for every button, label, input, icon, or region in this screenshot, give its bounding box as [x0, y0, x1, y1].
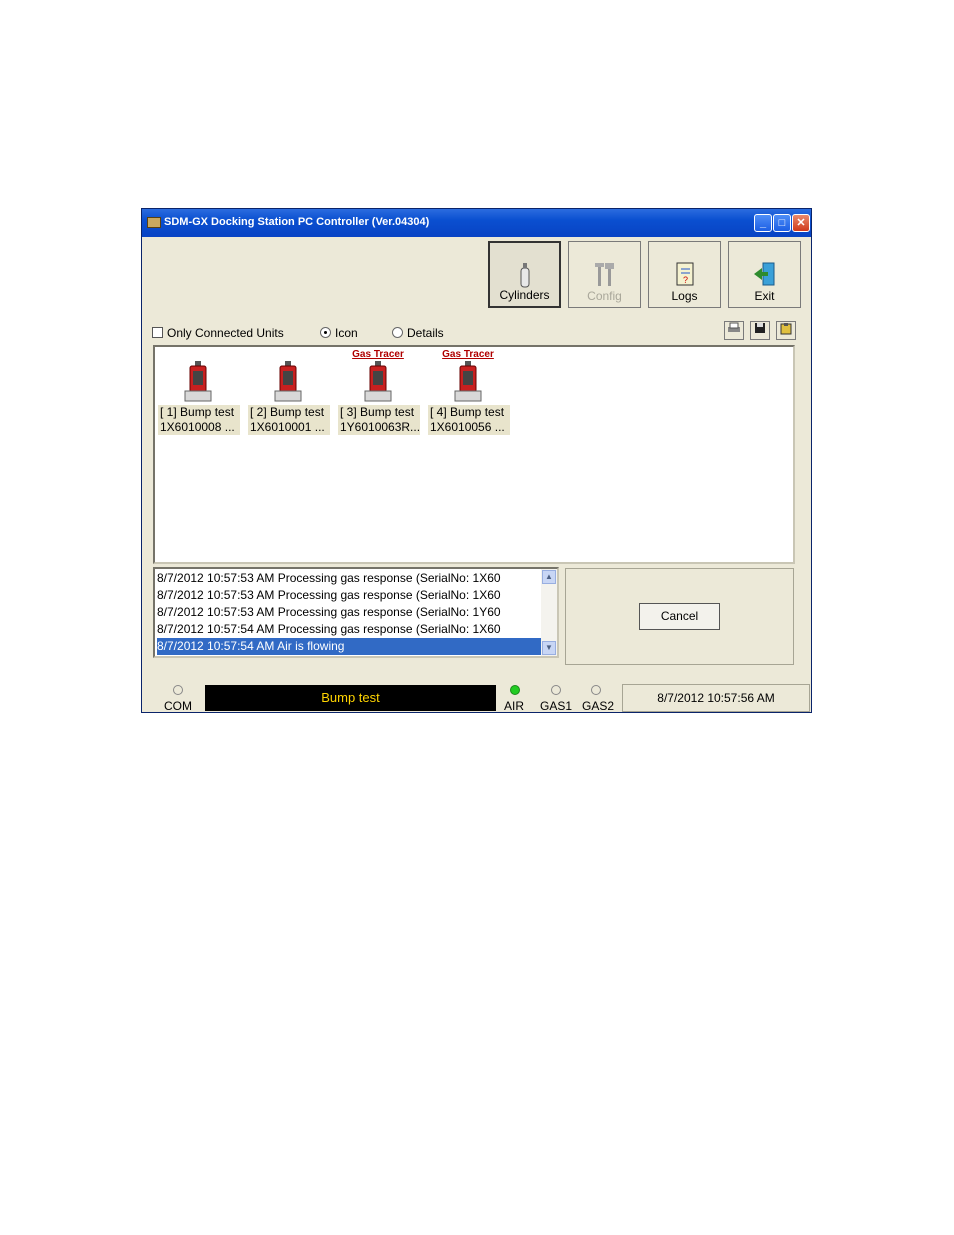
printer-icon [728, 322, 740, 332]
docking-unit-icon [454, 361, 482, 402]
log-scrollbar[interactable]: ▲ ▼ [541, 569, 557, 656]
unit-status: [ 2] Bump test [250, 405, 325, 419]
clipboard-icon [780, 323, 792, 335]
log-listbox[interactable]: 8/7/2012 10:57:53 AM Processing gas resp… [153, 567, 559, 658]
unit-caption: [ 4] Bump test 1X6010056 ... [428, 405, 510, 435]
exit-door-icon [753, 262, 774, 286]
close-button[interactable]: ✕ [792, 214, 810, 232]
unit-brand-label: Gas Tracer [352, 349, 404, 360]
save-button[interactable] [750, 321, 770, 340]
gas2-indicator [591, 685, 601, 695]
cylinders-label: Cylinders [499, 288, 550, 302]
title-bar[interactable]: SDM-GX Docking Station PC Controller (Ve… [142, 209, 811, 237]
status-bar: COM Bump test AIR GAS1 GAS2 8/7/2012 10:… [142, 683, 811, 713]
unit-caption: [ 3] Bump test 1Y6010063R... [338, 405, 420, 435]
logs-label: Logs [671, 289, 698, 303]
log-line[interactable]: 8/7/2012 10:57:54 AM Processing gas resp… [157, 621, 541, 638]
docking-unit-icon [274, 361, 302, 402]
docking-unit-icon [364, 361, 392, 402]
print-button[interactable] [724, 321, 744, 340]
cylinders-button[interactable]: Cylinders [488, 241, 561, 308]
unit-item[interactable]: [ 2] Bump test 1X6010001 ... [245, 347, 331, 437]
unit-caption: [ 1] Bump test 1X6010008 ... [158, 405, 240, 435]
docking-unit-icon [184, 361, 212, 402]
action-panel: Cancel [565, 568, 794, 665]
window-title: SDM-GX Docking Station PC Controller (Ve… [164, 216, 430, 228]
log-line[interactable]: 8/7/2012 10:57:53 AM Processing gas resp… [157, 570, 541, 587]
unit-caption: [ 2] Bump test 1X6010001 ... [248, 405, 330, 435]
unit-item[interactable]: Gas Tracer [ 4] Bump test 1X6010056 ... [425, 347, 511, 437]
tools-icon [594, 263, 614, 286]
radio-circle[interactable] [320, 327, 331, 338]
scroll-up-button[interactable]: ▲ [542, 570, 556, 584]
log-line-selected[interactable]: 8/7/2012 10:57:54 AM Air is flowing [157, 638, 541, 655]
clipboard-button[interactable] [776, 321, 796, 340]
units-panel: [ 1] Bump test 1X6010008 ... [ 2] Bump t… [153, 345, 795, 564]
unit-serial: 1X6010008 ... [160, 420, 235, 434]
details-view-label: Details [407, 326, 444, 340]
cancel-button[interactable]: Cancel [639, 603, 720, 630]
unit-serial: 1X6010001 ... [250, 420, 325, 434]
svg-text:?: ? [683, 275, 688, 285]
config-label: Config [587, 289, 622, 303]
config-button[interactable]: Config [568, 241, 641, 308]
unit-brand-label: Gas Tracer [442, 349, 494, 360]
scroll-down-button[interactable]: ▼ [542, 641, 556, 655]
unit-status: [ 3] Bump test [340, 405, 415, 419]
unit-item[interactable]: [ 1] Bump test 1X6010008 ... [155, 347, 241, 437]
com-label: COM [164, 699, 192, 713]
gas2-label: GAS2 [582, 699, 615, 713]
details-view-radio[interactable]: Details [392, 326, 444, 340]
unit-serial: 1X6010056 ... [430, 420, 505, 434]
status-message: Bump test [205, 685, 496, 711]
exit-button[interactable]: Exit [728, 241, 801, 308]
minimize-button[interactable]: _ [754, 214, 772, 232]
log-line[interactable]: 8/7/2012 10:57:53 AM Processing gas resp… [157, 604, 541, 621]
only-connected-label: Only Connected Units [167, 326, 284, 340]
checkbox-box[interactable] [152, 327, 163, 338]
air-label: AIR [504, 699, 525, 713]
unit-status: [ 1] Bump test [160, 405, 235, 419]
gas1-label: GAS1 [540, 699, 573, 713]
app-window: SDM-GX Docking Station PC Controller (Ve… [141, 208, 812, 713]
maximize-button[interactable]: □ [773, 214, 791, 232]
only-connected-checkbox[interactable]: Only Connected Units [152, 326, 284, 340]
gas1-indicator [551, 685, 561, 695]
icon-view-label: Icon [335, 326, 358, 340]
com-indicator [173, 685, 183, 695]
air-indicator [510, 685, 520, 695]
unit-item[interactable]: Gas Tracer [ 3] Bump test 1Y6010063R... [335, 347, 421, 437]
unit-serial: 1Y6010063R... [340, 420, 420, 434]
logs-button[interactable]: ? Logs [648, 241, 721, 308]
logbook-icon: ? [676, 262, 693, 286]
log-line[interactable]: 8/7/2012 10:57:53 AM Processing gas resp… [157, 587, 541, 604]
unit-status: [ 4] Bump test [430, 405, 505, 419]
cylinder-icon [520, 263, 529, 288]
app-icon [147, 217, 161, 228]
datetime-display: 8/7/2012 10:57:56 AM [622, 684, 810, 712]
icon-view-radio[interactable]: Icon [320, 326, 358, 340]
exit-label: Exit [754, 289, 775, 303]
save-icon [755, 323, 765, 333]
radio-circle[interactable] [392, 327, 403, 338]
